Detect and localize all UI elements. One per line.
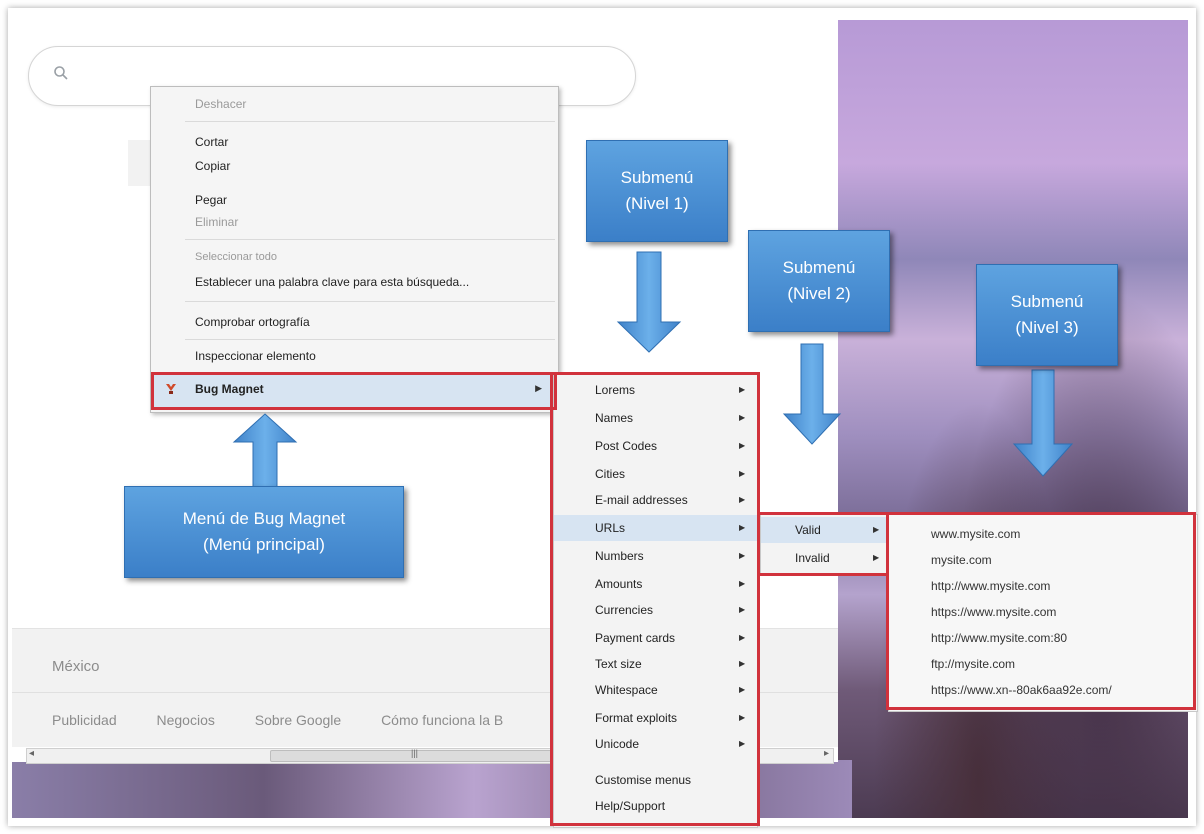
menu-item-inspect[interactable]: Inspeccionar elemento: [195, 349, 316, 363]
menu-item-delete[interactable]: Eliminar: [195, 215, 238, 229]
background-button: [128, 140, 152, 186]
arrow-down-icon: [616, 251, 682, 353]
menu-item-set-keyword[interactable]: Establecer una palabra clave para esta b…: [195, 275, 469, 289]
menu-separator: [185, 121, 555, 122]
menu-separator: [185, 239, 555, 240]
menu-item-spellcheck[interactable]: Comprobar ortografía: [195, 315, 310, 329]
footer-country: México: [52, 658, 100, 675]
search-icon: [53, 65, 75, 87]
scroll-left-icon[interactable]: ◂: [29, 748, 34, 759]
menu-separator: [185, 301, 555, 302]
menu-item-paste[interactable]: Pegar: [195, 193, 227, 207]
arrow-up-icon: [232, 413, 298, 491]
footer-link[interactable]: Publicidad: [52, 712, 117, 728]
callout-submenu-level3: Submenú (Nivel 3): [976, 264, 1118, 366]
highlight-box-main: [151, 372, 557, 410]
scroll-grip-icon: |||: [411, 748, 419, 758]
menu-item-copy[interactable]: Copiar: [195, 159, 230, 173]
arrow-down-icon: [1012, 369, 1074, 477]
footer-links: Publicidad Negocios Sobre Google Cómo fu…: [52, 712, 539, 728]
footer-link[interactable]: Negocios: [157, 712, 215, 728]
callout-l1-line2: (Nivel 1): [625, 194, 689, 213]
callout-l2-line1: Submenú: [782, 258, 856, 277]
callout-submenu-level2: Submenú (Nivel 2): [748, 230, 890, 332]
highlight-box-level1: [550, 372, 760, 826]
callout-main-line1: Menú de Bug Magnet: [182, 509, 346, 528]
context-menu: Deshacer Cortar Copiar Pegar Eliminar Se…: [150, 86, 559, 413]
highlight-box-level2: [757, 512, 889, 576]
callout-l2-line2: (Nivel 2): [787, 284, 851, 303]
callout-l1-line1: Submenú: [620, 168, 694, 187]
callout-main-menu: Menú de Bug Magnet (Menú principal): [124, 486, 404, 578]
callout-submenu-level1: Submenú (Nivel 1): [586, 140, 728, 242]
highlight-box-level3: [886, 512, 1196, 710]
callout-main-line2: (Menú principal): [203, 535, 325, 554]
callout-l3-line1: Submenú: [1010, 292, 1084, 311]
scroll-right-icon[interactable]: ▸: [824, 748, 829, 759]
menu-separator: [185, 339, 555, 340]
menu-item-cut[interactable]: Cortar: [195, 135, 228, 149]
callout-l3-line2: (Nivel 3): [1015, 318, 1079, 337]
arrow-down-icon: [782, 343, 842, 445]
menu-item-undo[interactable]: Deshacer: [195, 97, 246, 111]
menu-item-select-all[interactable]: Seleccionar todo: [195, 251, 277, 263]
footer-link[interactable]: Sobre Google: [255, 712, 341, 728]
footer-link[interactable]: Cómo funciona la B: [381, 712, 503, 728]
